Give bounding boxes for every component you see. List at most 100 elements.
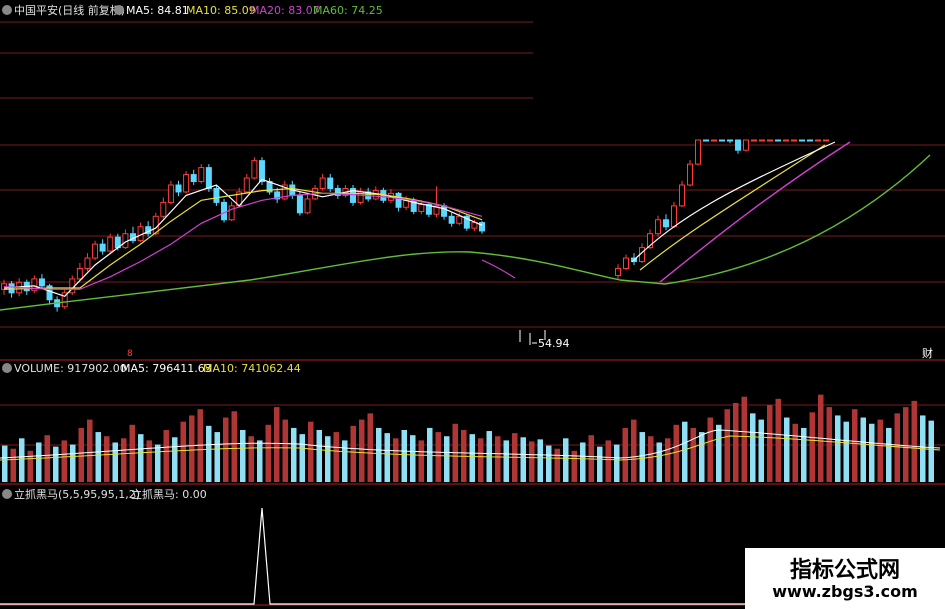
volume-bar: [112, 442, 118, 482]
candle-body: [719, 139, 725, 142]
volume-bar: [384, 433, 390, 482]
candle-body: [695, 139, 701, 165]
candle-body: [160, 201, 167, 217]
candle-body: [615, 267, 621, 276]
panel-toggle-icon[interactable]: [2, 5, 12, 15]
volume-bar: [231, 411, 237, 482]
volume-ma10-label: MA10: 741062.44: [203, 362, 301, 375]
watermark-title: 指标公式网: [789, 558, 900, 583]
volume-bar: [809, 412, 815, 482]
ma10-label: MA10: 85.09: [186, 4, 256, 17]
candle-body: [38, 278, 45, 287]
volume-bar: [665, 438, 671, 482]
volume-bar: [852, 409, 858, 482]
volume-bar: [869, 423, 875, 482]
candle-body: [679, 184, 685, 207]
volume-bar: [95, 432, 101, 482]
volume-bar: [274, 407, 280, 482]
volume-bar: [903, 407, 909, 482]
candle-body: [783, 139, 789, 142]
volume-bar: [308, 421, 314, 482]
volume-bar: [758, 419, 764, 482]
candle-body: [251, 160, 258, 179]
candle-body: [759, 139, 765, 142]
volume-label: VOLUME: 917902.00: [14, 362, 127, 375]
volume-bar: [724, 409, 730, 482]
volume-bar: [367, 413, 373, 482]
candle-body: [327, 177, 334, 189]
candle-body: [623, 257, 629, 269]
volume-bar: [376, 427, 382, 482]
volume-bar: [605, 440, 611, 482]
volume-bar: [597, 446, 603, 482]
volume-bar: [775, 398, 781, 482]
candle-body: [671, 205, 677, 228]
candle-body: [743, 139, 749, 151]
candle-body: [243, 177, 250, 193]
volume-bar: [495, 436, 501, 482]
candle-body: [221, 201, 228, 221]
volume-bar: [733, 402, 739, 482]
volume-bar: [138, 434, 144, 482]
candle-body: [183, 174, 190, 193]
ma10-line-right: [639, 144, 826, 271]
volume-bar: [350, 425, 356, 482]
candle-body: [190, 174, 197, 183]
candle-body: [471, 222, 478, 229]
candle-body: [807, 139, 813, 142]
candle-body: [213, 187, 220, 203]
volume-bar: [826, 407, 832, 482]
candle-body: [99, 243, 106, 252]
volume-bar: [393, 438, 399, 482]
volume-bar: [648, 436, 654, 482]
volume-bar: [104, 436, 110, 482]
volume-bar: [690, 427, 696, 482]
volume-bar: [631, 419, 637, 482]
ma5-line-right: [631, 141, 836, 263]
candle-body: [815, 139, 821, 142]
candle-body: [767, 139, 773, 142]
volume-bar: [282, 419, 288, 482]
volume-bar: [911, 400, 917, 482]
volume-bar: [767, 405, 773, 482]
volume-bar: [146, 440, 152, 482]
volume-bar: [342, 440, 348, 482]
candle-body: [663, 219, 669, 228]
indicator-value: 立抓黑马: 0.00: [131, 487, 207, 501]
candle-body: [198, 167, 205, 183]
volume-bar: [843, 421, 849, 482]
candle-body: [319, 177, 326, 189]
candle-body: [703, 139, 709, 142]
candle-body: [8, 283, 15, 294]
volume-bar: [877, 419, 883, 482]
candle-body: [735, 139, 741, 151]
indicator-toggle-icon[interactable]: [2, 489, 12, 499]
candle-body: [395, 192, 402, 208]
volume-bar: [19, 438, 25, 482]
volume-bar: [860, 417, 866, 482]
volume-bar: [886, 427, 892, 482]
candle-body: [799, 139, 805, 142]
ma-toggle-icon[interactable]: [114, 5, 124, 15]
candle-body: [296, 194, 303, 214]
volume-bar: [299, 434, 305, 482]
volume-bars: [2, 394, 934, 482]
volume-bar: [214, 432, 220, 482]
low-price-label: 54.94: [538, 337, 570, 350]
volume-bar: [469, 434, 475, 482]
ma10-line: [3, 187, 483, 290]
volume-bar: [291, 427, 297, 482]
candle-body: [167, 184, 174, 203]
volume-bar: [87, 419, 93, 482]
candle-body: [304, 198, 311, 214]
candle-body: [418, 203, 425, 212]
watermark: 指标公式网 www.zbgs3.com: [745, 548, 945, 609]
volume-bar: [333, 432, 339, 482]
volume-toggle-icon[interactable]: [2, 363, 12, 373]
candle-body: [76, 267, 83, 280]
volume-bar: [741, 396, 747, 482]
volume-bar: [503, 440, 509, 482]
volume-bar: [36, 442, 42, 482]
volume-bar: [2, 445, 8, 482]
volume-bar: [707, 417, 713, 482]
